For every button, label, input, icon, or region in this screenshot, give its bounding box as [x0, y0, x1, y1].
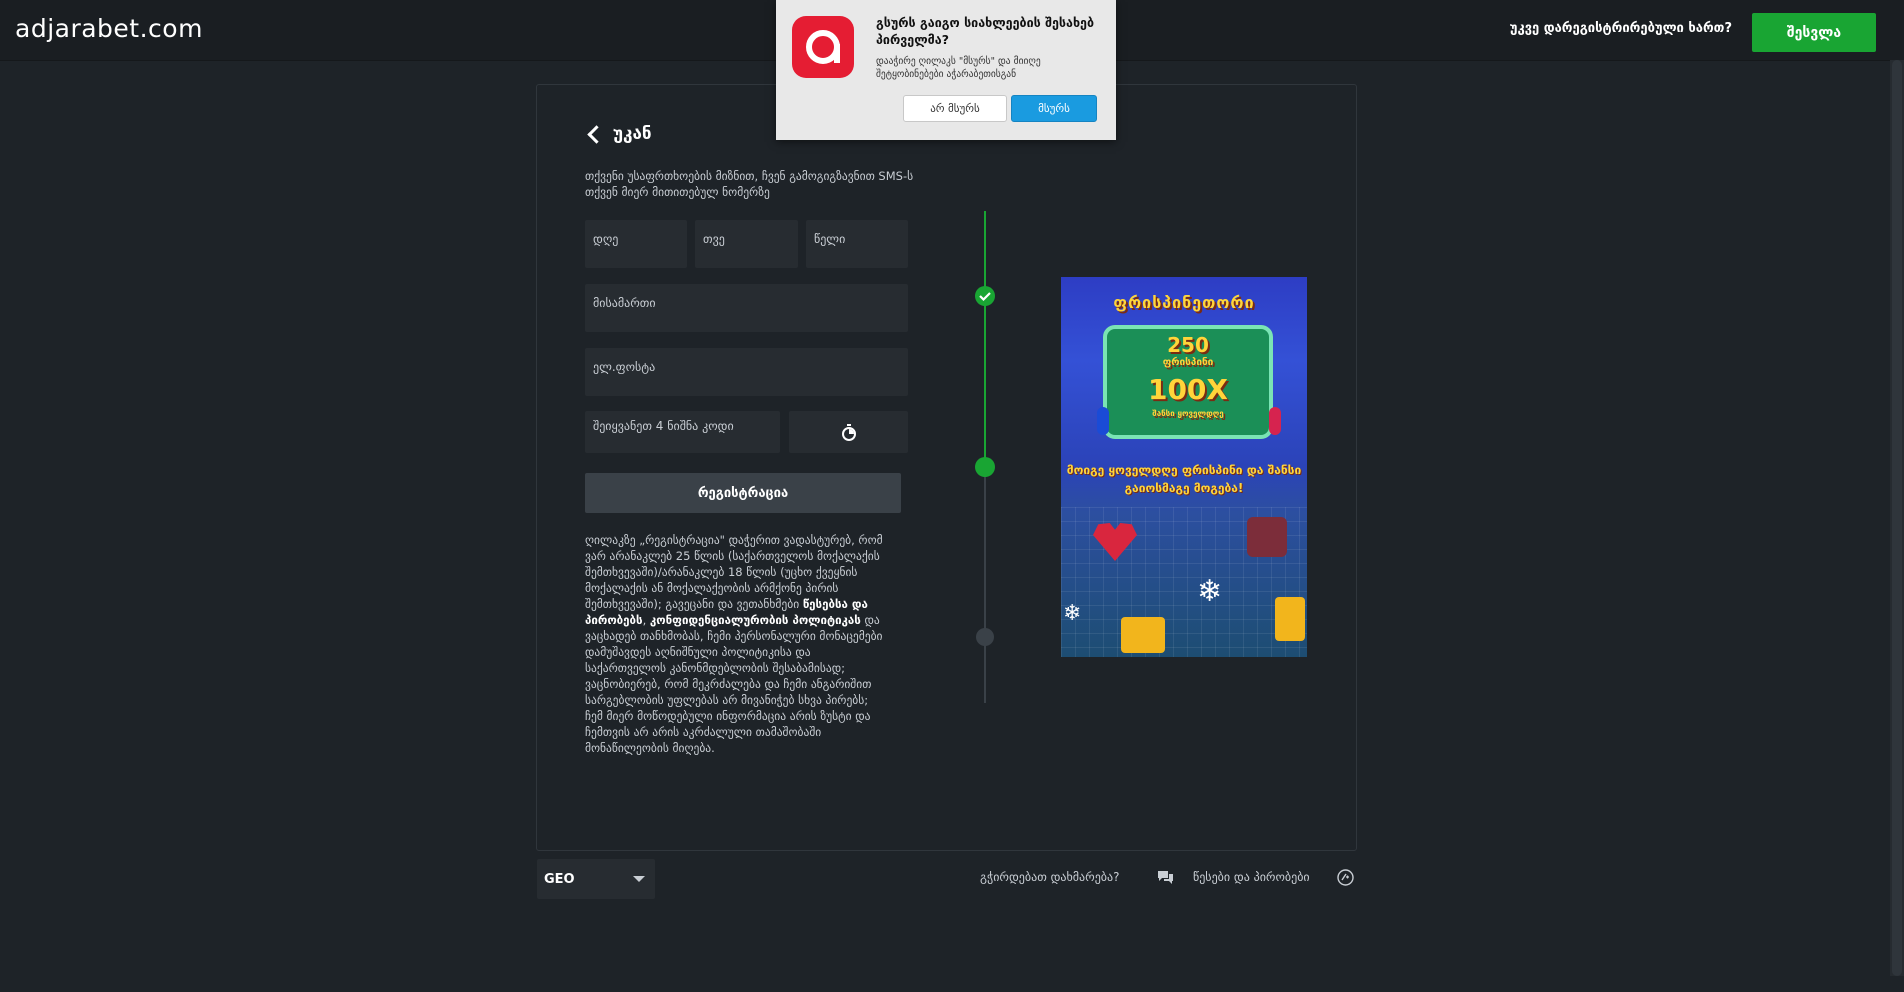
timer-icon — [842, 424, 856, 441]
decline-button[interactable]: არ მსურს — [903, 95, 1007, 122]
login-button[interactable]: შესვლა — [1752, 13, 1876, 52]
popup-title: გსურს გაიგო სიახლეების შესახებ პირველმა? — [876, 15, 1095, 47]
snowflake-icon: ❄ — [1197, 574, 1223, 609]
notification-popup: გსურს გაიგო სიახლეების შესახებ პირველმა?… — [776, 0, 1116, 140]
adjarabet-logo-icon — [792, 16, 854, 78]
popup-text: დააჭირე ღილაკს "მსურს" და მიიღე შეტყობინ… — [876, 56, 1041, 80]
banner-multiplier: 100X — [1147, 373, 1229, 406]
chevron-left-icon — [587, 124, 606, 144]
back-label: უკან — [613, 124, 652, 144]
progress-line-done — [984, 211, 986, 467]
sms-info-text: თქვენი უსაფრთხოების მიზნით, ჩვენ გამოგიგ… — [585, 169, 914, 199]
day-select[interactable]: დღე — [585, 220, 687, 268]
step-current-dot — [975, 457, 995, 477]
register-button[interactable]: რეგისტრაცია — [585, 473, 901, 513]
promo-banner[interactable]: ფრისპინეთორი 250 ფრისპინი 100X შანსი ყოვ… — [1061, 277, 1307, 657]
balloon-red-icon — [1269, 407, 1281, 435]
beer-icon — [1275, 597, 1305, 641]
balloon-blue-icon — [1097, 407, 1109, 435]
sms-code-placeholder: შეიყვანეთ 4 ნიშნა კოდი — [593, 419, 734, 433]
age-restriction-icon — [1337, 869, 1354, 886]
progress-line-pending — [984, 467, 986, 703]
chevron-down-icon — [633, 876, 645, 882]
logo[interactable]: adjarabet.com — [15, 14, 203, 43]
legal-part2: და ვაცხადებ თანხმობას, ჩემი პერსონალური … — [585, 613, 883, 755]
already-registered-text: უკვე დარეგისტრირებული ხართ? — [1509, 21, 1732, 36]
language-value: GEO — [544, 872, 575, 887]
address-placeholder: მისამართი — [593, 296, 656, 310]
email-input[interactable]: ელ.ფოსტა — [585, 348, 908, 396]
scrollbar-thumb[interactable] — [1892, 60, 1902, 976]
banner-amount: 250 — [1167, 333, 1209, 357]
legal-text: ღილაკზე „რეგისტრაცია" დაჭერით ვადასტურებ… — [585, 532, 885, 756]
day-placeholder: დღე — [593, 232, 619, 246]
sms-code-input[interactable]: შეიყვანეთ 4 ნიშნა კოდი — [585, 411, 780, 453]
month-placeholder: თვე — [703, 232, 725, 246]
help-link[interactable]: გჭირდებათ დახმარება? — [980, 870, 1119, 884]
banner-screen: 250 ფრისპინი 100X შანსი ყოველდღე — [1103, 325, 1273, 439]
resend-code-button[interactable] — [789, 411, 908, 453]
hat-icon — [1121, 617, 1165, 653]
year-select[interactable]: წელი — [806, 220, 908, 268]
back-button[interactable]: უკან — [586, 124, 652, 144]
legal-separator: , — [642, 613, 650, 627]
help-label: გჭირდებათ დახმარება? — [980, 870, 1120, 884]
snowflake-small-icon: ❄ — [1063, 601, 1082, 626]
banner-title: ფრისპინეთორი — [1113, 293, 1255, 312]
gift-icon — [1247, 517, 1287, 557]
check-icon — [979, 292, 991, 302]
banner-freespins: ფრისპინი — [1162, 357, 1214, 368]
year-placeholder: წელი — [814, 232, 846, 246]
step-pending-dot — [976, 628, 994, 646]
terms-footer-link[interactable]: წესები და პირობები — [1193, 870, 1310, 884]
language-select[interactable]: GEO — [537, 859, 655, 899]
banner-subtitle: მოიგე ყოველდღე ფრისპინი და შანსი გაიოსმა… — [1066, 463, 1302, 495]
chat-icon[interactable] — [1157, 870, 1174, 885]
step-complete-dot — [975, 286, 995, 306]
privacy-policy-link[interactable]: კონფიდენციალურობის პოლიტიკას — [650, 613, 861, 627]
accept-button[interactable]: მსურს — [1011, 95, 1097, 122]
terms-footer-label: წესები და პირობები — [1193, 870, 1310, 884]
month-select[interactable]: თვე — [695, 220, 798, 268]
address-input[interactable]: მისამართი — [585, 284, 908, 332]
email-placeholder: ელ.ფოსტა — [593, 360, 656, 374]
banner-daily-chance: შანსი ყოველდღე — [1152, 409, 1224, 418]
